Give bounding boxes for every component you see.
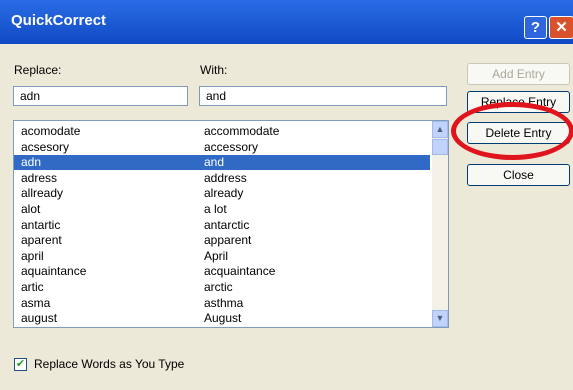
with-cell: accommodate: [204, 124, 280, 138]
highlight-ellipse: [451, 102, 573, 160]
with-cell: August: [204, 311, 242, 326]
replace-cell: aquaintance: [21, 264, 87, 279]
list-item[interactable]: antartic antarctic: [14, 218, 430, 233]
replace-as-you-type-label: Replace Words as You Type: [34, 357, 185, 371]
list-item[interactable]: april April: [14, 249, 430, 264]
with-cell: and: [204, 155, 225, 170]
list-scrollbar[interactable]: ▲ ▼: [432, 121, 448, 327]
replace-cell: august: [21, 311, 58, 326]
replace-cell: antartic: [21, 217, 61, 232]
dialog-body: Replace: With: adn and acomodate accommod…: [0, 44, 573, 390]
with-cell: apparent: [204, 233, 252, 248]
replace-cell: acomodate: [21, 124, 81, 138]
with-cell: asthma: [204, 295, 244, 310]
list-item[interactable]: acomodate accommodate: [14, 124, 430, 139]
window-title: QuickCorrect: [11, 12, 107, 29]
replace-cell: april: [21, 248, 44, 263]
replace-cell: artic: [21, 280, 44, 294]
list-item[interactable]: acsesory accessory: [14, 140, 430, 155]
list-item[interactable]: adress address: [14, 171, 430, 186]
scroll-thumb[interactable]: [432, 139, 448, 155]
list-item[interactable]: artic arctic: [14, 280, 430, 295]
replace-cell: acsesory: [21, 139, 70, 154]
replace-cell: adn: [21, 155, 42, 170]
with-label: With:: [200, 63, 228, 77]
add-entry-button[interactable]: Add Entry: [467, 63, 570, 85]
replace-input[interactable]: adn: [13, 86, 188, 106]
with-cell: already: [204, 186, 244, 201]
with-cell: antarctic: [204, 217, 250, 232]
list-item[interactable]: aparent apparent: [14, 233, 430, 248]
replace-cell: aparent: [21, 233, 62, 248]
with-cell: arctic: [204, 280, 233, 294]
close-button[interactable]: Close: [467, 164, 570, 186]
replace-as-you-type-checkbox[interactable]: ✔: [14, 358, 27, 371]
help-button[interactable]: ?: [524, 16, 547, 39]
scroll-down-icon[interactable]: ▼: [432, 310, 448, 327]
replace-cell: allready: [21, 186, 64, 201]
with-cell: address: [204, 170, 247, 185]
with-input[interactable]: and: [199, 86, 447, 106]
close-window-button[interactable]: ✕: [549, 16, 573, 39]
list-item[interactable]: alot a lot: [14, 202, 430, 217]
list-item[interactable]: adn and: [14, 155, 430, 171]
list-item[interactable]: aquaintance acquaintance: [14, 264, 430, 279]
scroll-up-icon[interactable]: ▲: [432, 121, 448, 138]
with-cell: accessory: [204, 139, 259, 154]
with-cell: a lot: [204, 202, 227, 216]
list-item[interactable]: allready already: [14, 186, 430, 201]
replace-cell: alot: [21, 202, 41, 216]
replace-label: Replace:: [14, 63, 62, 77]
title-bar: QuickCorrect ? ✕: [0, 0, 573, 44]
list-item[interactable]: asma asthma: [14, 296, 430, 311]
with-cell: acquaintance: [204, 264, 276, 279]
replace-cell: asma: [21, 295, 51, 310]
entries-list[interactable]: acomodate accommodate acsesory accessory adn…: [13, 120, 449, 328]
with-cell: April: [204, 248, 229, 263]
replace-cell: adress: [21, 170, 58, 185]
list-item[interactable]: august August: [14, 311, 430, 326]
